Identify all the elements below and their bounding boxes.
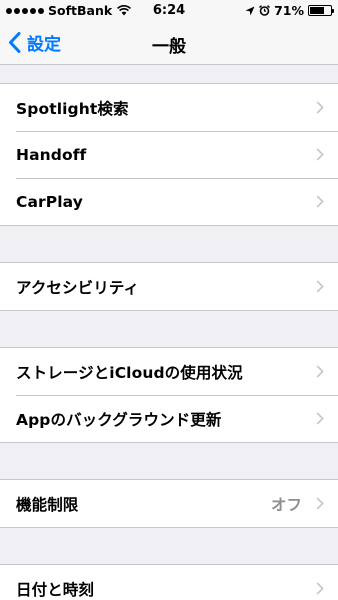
navigation-bar: 設定 一般 — [0, 20, 338, 65]
chevron-right-icon — [316, 582, 324, 595]
chevron-right-icon — [316, 148, 324, 161]
restrictions-row[interactable]: 機能制限 オフ — [0, 480, 338, 527]
chevron-right-icon — [316, 497, 324, 510]
row-label: ストレージとiCloudの使用状況 — [16, 363, 243, 382]
alarm-clock-icon — [259, 5, 271, 16]
restrictions-value: オフ — [270, 495, 302, 514]
background-app-refresh-row[interactable]: Appのバックグラウンド更新 — [0, 395, 338, 442]
row-label: Appのバックグラウンド更新 — [16, 410, 222, 429]
chevron-right-icon — [316, 195, 324, 208]
date-time-row[interactable]: 日付と時刻 — [0, 565, 338, 600]
carplay-row[interactable]: CarPlay — [0, 178, 338, 225]
settings-list: Spotlight検索 Handoff CarPlay アクセシビリティ ストレ… — [0, 66, 338, 600]
status-right-group: 71% — [245, 3, 334, 18]
row-label: CarPlay — [16, 192, 83, 211]
settings-group-4: 機能制限 オフ — [0, 479, 338, 528]
settings-group-3: ストレージとiCloudの使用状況 Appのバックグラウンド更新 — [0, 347, 338, 443]
chevron-right-icon — [316, 101, 324, 114]
status-bar: SoftBank 6:24 71% — [0, 0, 338, 20]
settings-group-2: アクセシビリティ — [0, 262, 338, 311]
row-label: 日付と時刻 — [16, 580, 95, 599]
settings-group-1: Spotlight検索 Handoff CarPlay — [0, 83, 338, 226]
chevron-right-icon — [316, 412, 324, 425]
row-label: 機能制限 — [16, 495, 79, 514]
battery-fill — [310, 7, 325, 14]
page-title: 一般 — [152, 37, 186, 57]
chevron-right-icon — [316, 365, 324, 378]
chevron-right-icon — [316, 280, 324, 293]
storage-icloud-usage-row[interactable]: ストレージとiCloudの使用状況 — [0, 348, 338, 395]
handoff-row[interactable]: Handoff — [0, 131, 338, 178]
spotlight-search-row[interactable]: Spotlight検索 — [0, 84, 338, 131]
row-label: Spotlight検索 — [16, 99, 129, 118]
row-label: アクセシビリティ — [16, 278, 140, 297]
accessibility-row[interactable]: アクセシビリティ — [0, 263, 338, 310]
location-arrow-icon — [245, 6, 255, 15]
settings-group-5: 日付と時刻 — [0, 564, 338, 600]
battery-icon — [308, 5, 334, 16]
battery-percent: 71% — [274, 3, 304, 18]
row-label: Handoff — [16, 145, 87, 164]
